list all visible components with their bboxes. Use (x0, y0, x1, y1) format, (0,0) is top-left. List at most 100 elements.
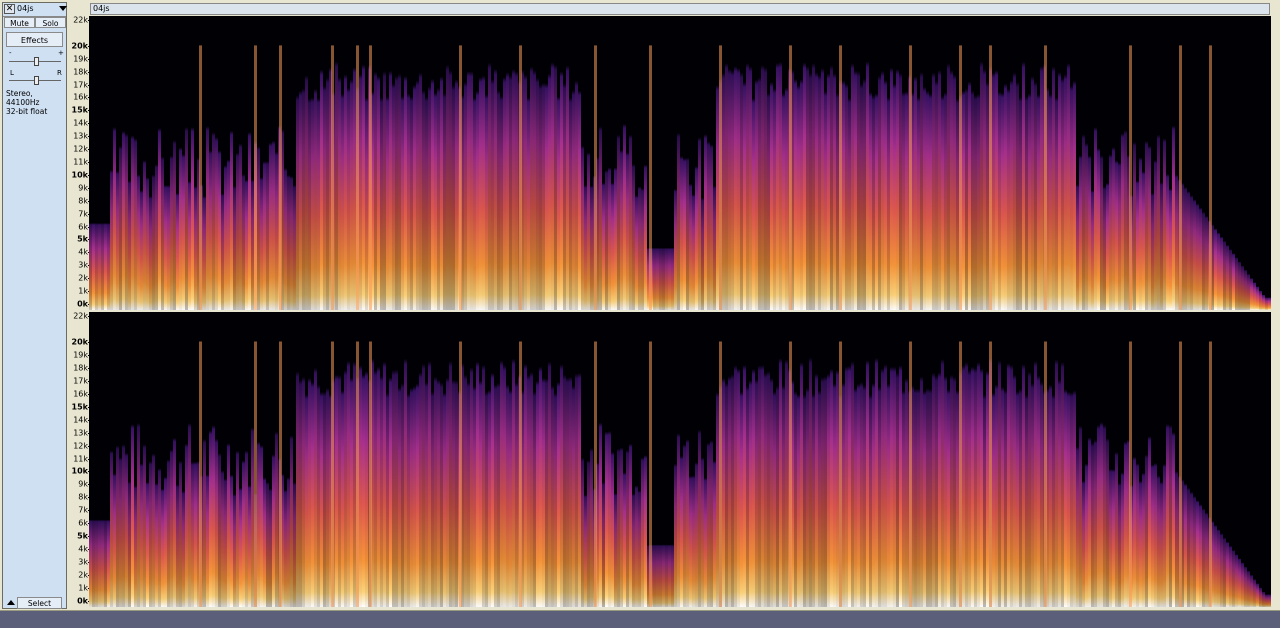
transient-streak (199, 341, 202, 607)
transient-streak (594, 341, 597, 607)
spectrogram-column (320, 373, 323, 607)
spectrogram-column (884, 60, 887, 310)
spectrogram-column (905, 358, 908, 607)
clip-name-bar[interactable]: 04js (90, 3, 1270, 15)
spectrogram-column (917, 369, 920, 607)
spectrogram-column (767, 73, 770, 310)
frequency-tick-label: 9k (78, 183, 88, 193)
chevron-down-icon[interactable] (59, 6, 67, 11)
spectrogram-column (761, 343, 764, 607)
spectrogram-column (1052, 376, 1055, 607)
spectrogram-column (701, 444, 704, 607)
spectrogram-column (170, 142, 173, 310)
spectrogram-column (1064, 53, 1067, 310)
spectrogram-column (743, 62, 746, 310)
spectrogram-column (599, 110, 602, 310)
spectrogram-column (749, 360, 752, 607)
spectrogram-column (1070, 66, 1073, 310)
solo-button[interactable]: Solo (35, 17, 66, 28)
spectrogram-column (248, 474, 251, 607)
spectrogram-column (725, 363, 728, 607)
spectrogram-column (644, 152, 647, 310)
frequency-tick-label: 19k (73, 350, 88, 360)
spectrogram-column (758, 57, 761, 310)
frequency-tick-label: 2k (78, 273, 88, 283)
spectrogram-column (479, 360, 482, 607)
spectrogram-column (1085, 128, 1088, 310)
spectrogram-column (284, 155, 287, 310)
spectrogram-column (227, 146, 230, 310)
spectrogram-column (638, 480, 641, 607)
spectrogram-column (1061, 57, 1064, 310)
gain-slider-thumb[interactable] (34, 57, 39, 66)
spectrogram-column (1229, 540, 1232, 607)
spectrogram-column (416, 363, 419, 607)
spectrogram-column (602, 171, 605, 310)
spectrogram-column (677, 117, 680, 310)
spectrogram-column (953, 356, 956, 607)
pan-slider-thumb[interactable] (34, 76, 39, 85)
spectrogram-column (881, 347, 884, 607)
close-track-button[interactable]: ✕ (4, 4, 15, 14)
spectrogram-column (551, 40, 554, 310)
transient-streak (331, 341, 334, 607)
spectrogram-column (938, 49, 941, 310)
spectrogram-column (1073, 60, 1076, 310)
spectrogram-column (122, 115, 125, 310)
spectrogram-column (698, 414, 701, 607)
spectrogram-column (1070, 373, 1073, 607)
spectrogram-column (590, 434, 593, 607)
spectrogram-column (782, 366, 785, 607)
spectrogram-column (1202, 499, 1205, 607)
spectrogram-column (467, 50, 470, 310)
spectrogram-column (590, 174, 593, 310)
spectrogram-column (941, 77, 944, 310)
spectrogram-column (1160, 470, 1163, 607)
spectrogram-column (1142, 461, 1145, 607)
spectrogram-column (374, 50, 377, 310)
spectrogram-column (482, 343, 485, 607)
spectrogram-column (968, 61, 971, 310)
spectrogram-column (296, 350, 299, 607)
spectrogram-column (1016, 62, 1019, 310)
spectrogram-column (842, 60, 845, 310)
spectrogram-column (881, 50, 884, 310)
spectrogram-column (683, 430, 686, 607)
spectrogram-column (146, 470, 149, 607)
spectrogram-column (1034, 61, 1037, 310)
spectrogram-column (722, 357, 725, 607)
spectrogram-column (1076, 173, 1079, 310)
spectrogram-column (488, 41, 491, 310)
spectrogram-column (626, 436, 629, 607)
spectrogram-column (1235, 549, 1238, 607)
spectrogram-column (800, 59, 803, 310)
spectrogram-column (491, 59, 494, 310)
spectrogram-column (290, 420, 293, 607)
collapse-track-icon[interactable] (7, 600, 15, 605)
select-track-button[interactable]: Select (17, 597, 62, 609)
spectrogram-right-channel[interactable] (89, 312, 1271, 607)
track-name-menu[interactable]: 04js (17, 4, 34, 13)
spectrogram-column (512, 337, 515, 607)
spectrogram-column (998, 72, 1001, 310)
spectrogram-column (1133, 443, 1136, 607)
spectrogram-column (359, 344, 362, 607)
spectrogram-column (710, 425, 713, 607)
transient-streak (254, 45, 257, 310)
spectrogram-column (293, 471, 296, 607)
frequency-tick-label: 17k (73, 376, 88, 386)
spectrogram-column (689, 464, 692, 607)
spectrogram-column (632, 483, 635, 607)
transient-streak (1129, 341, 1132, 607)
spectrogram-column (785, 337, 788, 607)
effects-button[interactable]: Effects (6, 32, 63, 47)
spectrogram-column (242, 162, 245, 310)
spectrogram-column (260, 431, 263, 607)
mute-button[interactable]: Mute (4, 17, 35, 28)
spectrogram-column (101, 512, 104, 607)
spectrogram-column (878, 55, 881, 310)
frequency-tick-label: 5k (77, 234, 88, 244)
spectrogram-column (1004, 370, 1007, 607)
spectrogram-left-channel[interactable] (89, 16, 1271, 310)
spectrogram-column (734, 44, 737, 310)
